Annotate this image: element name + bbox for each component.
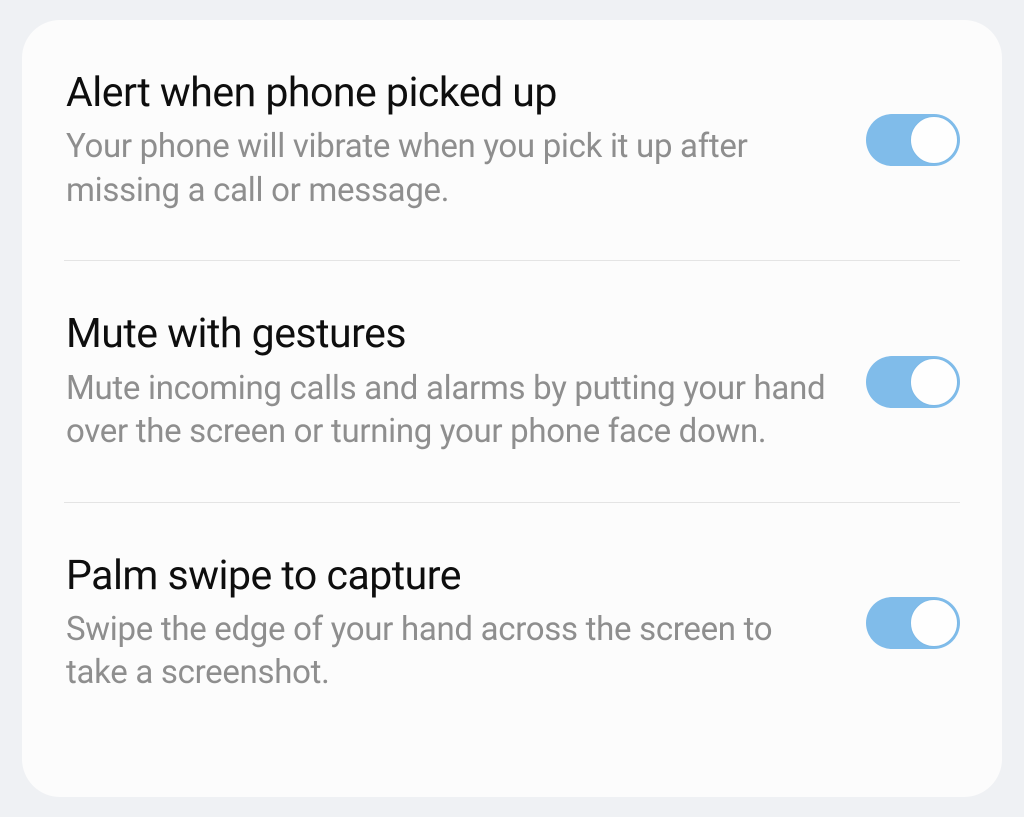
toggle-thumb (910, 116, 958, 164)
setting-row-alert-pickup[interactable]: Alert when phone picked up Your phone wi… (22, 20, 1002, 260)
setting-description: Your phone will vibrate when you pick it… (66, 125, 826, 212)
setting-title: Palm swipe to capture (66, 551, 826, 602)
setting-row-mute-gestures[interactable]: Mute with gestures Mute incoming calls a… (22, 261, 1002, 501)
toggle-alert-pickup[interactable] (866, 114, 960, 166)
setting-row-palm-swipe[interactable]: Palm swipe to capture Swipe the edge of … (22, 503, 1002, 743)
setting-description: Swipe the edge of your hand across the s… (66, 608, 826, 695)
setting-text: Alert when phone picked up Your phone wi… (66, 68, 866, 212)
setting-description: Mute incoming calls and alarms by puttin… (66, 367, 826, 454)
toggle-thumb (910, 358, 958, 406)
setting-title: Mute with gestures (66, 309, 826, 360)
setting-title: Alert when phone picked up (66, 68, 826, 119)
setting-text: Mute with gestures Mute incoming calls a… (66, 309, 866, 453)
toggle-mute-gestures[interactable] (866, 356, 960, 408)
toggle-palm-swipe[interactable] (866, 597, 960, 649)
settings-card: Alert when phone picked up Your phone wi… (22, 20, 1002, 797)
toggle-thumb (910, 599, 958, 647)
setting-text: Palm swipe to capture Swipe the edge of … (66, 551, 866, 695)
